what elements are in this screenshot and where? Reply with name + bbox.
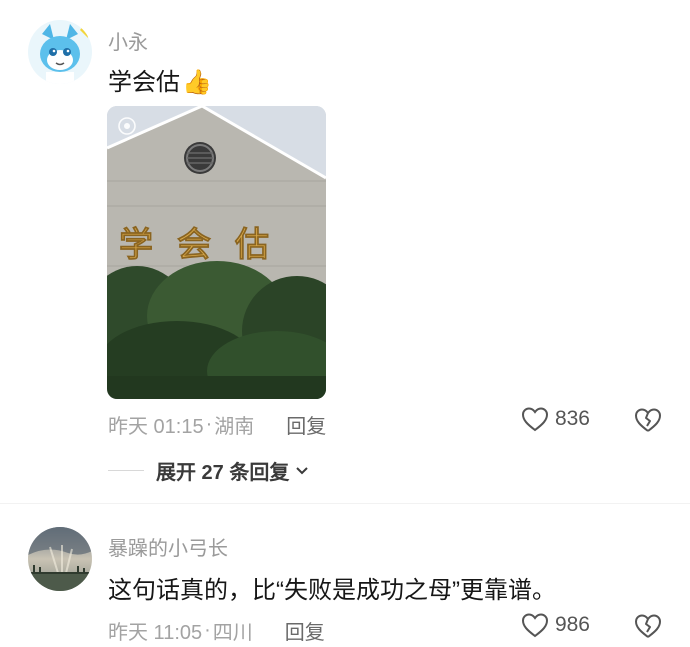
chevron-down-icon xyxy=(296,466,309,474)
username[interactable]: 暴躁的小弓长 xyxy=(108,532,228,561)
avatar[interactable] xyxy=(28,20,92,84)
comment-time: 昨天 11:05 xyxy=(108,622,203,644)
dislike-button[interactable] xyxy=(634,612,662,645)
building-sign-text: 学 会 估 xyxy=(119,225,269,265)
username[interactable]: 小永 xyxy=(108,26,148,55)
broken-heart-icon xyxy=(635,614,661,638)
comment-text-main: 学会估 xyxy=(108,69,180,96)
comment-meta: 昨天 01:15 · 湖南 回复 xyxy=(108,410,326,439)
comment-text: 这句话真的，比“失败是成功之母”更靠谱。 xyxy=(108,577,556,604)
comment-location: 湖南 xyxy=(214,416,255,438)
meta-dot: · xyxy=(205,413,213,435)
reply-button[interactable]: 回复 xyxy=(286,410,326,439)
comment-text: 学会估👍 xyxy=(108,62,212,97)
reply-button[interactable]: 回复 xyxy=(285,616,325,645)
like-button[interactable]: 836 xyxy=(521,406,590,432)
expand-replies-button[interactable]: 展开 27 条回复 xyxy=(108,456,309,485)
like-button[interactable]: 986 xyxy=(521,612,590,638)
expand-divider-line xyxy=(108,470,144,471)
heart-icon xyxy=(521,613,548,638)
heart-icon xyxy=(521,407,548,432)
dislike-button[interactable] xyxy=(634,406,662,439)
comment-time: 昨天 01:15 xyxy=(108,416,204,438)
comment-image[interactable]: 学 会 估 xyxy=(107,106,326,399)
thumbs-up-emoji-icon: 👍 xyxy=(182,69,212,96)
broken-heart-icon xyxy=(635,408,661,432)
like-count: 986 xyxy=(554,613,590,636)
expand-replies-label: 展开 27 条回复 xyxy=(156,462,290,484)
like-count: 836 xyxy=(554,407,590,430)
comment-meta: 昨天 11:05 · 四川 回复 xyxy=(108,616,325,645)
comment-location: 四川 xyxy=(212,622,253,644)
divider xyxy=(0,503,690,504)
meta-dot: · xyxy=(204,619,211,641)
avatar[interactable] xyxy=(28,527,92,591)
